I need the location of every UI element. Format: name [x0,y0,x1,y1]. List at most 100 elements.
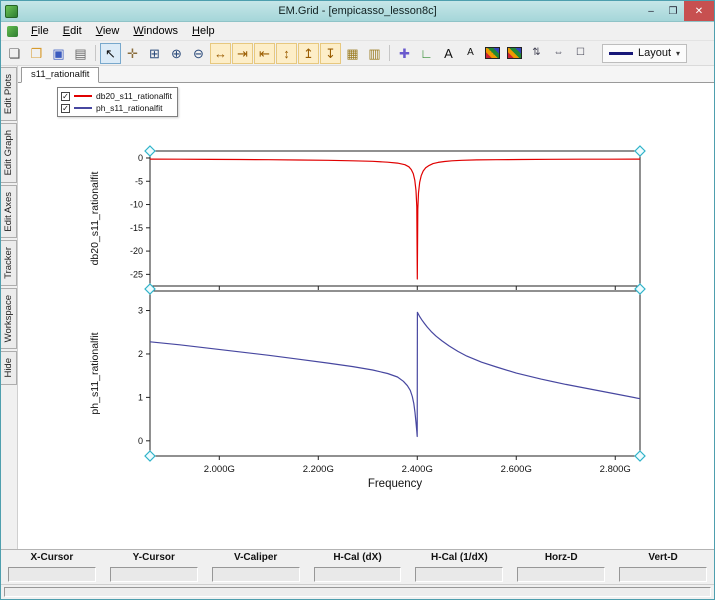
legend-checkbox[interactable]: ✓ [61,91,70,101]
chart-canvas[interactable]: 0 -5 -10 -15 -20 -25 db20_s11_rationalfit 0 1 2 3 2… [18,83,714,550]
plot-frame[interactable] [149,150,641,287]
side-tab-label: Edit Axes [3,191,14,232]
add-marker-icon[interactable]: ✚ [394,43,415,64]
image-icon [485,47,500,59]
window-title: EM.Grid - [empicasso_lesson8c] [278,5,437,17]
legend-item: ✓ db20_s11_rationalfit [61,90,172,102]
maximize-button[interactable]: ❐ [662,1,684,21]
y-tick-label: -25 [130,269,143,279]
plot-canvas[interactable]: 0 -5 -10 -15 -20 -25 db20_s11_rationalfit 0 1 2 3 2… [18,83,714,549]
side-tab-label: Edit Graph [3,130,14,176]
expand-y-icon[interactable]: ↥ [298,42,319,64]
cursor-value-cell [619,567,707,582]
y-tick-label: -5 [135,176,143,186]
x-tick-label: 2.600G [501,464,532,475]
cursor-column-header: V-Caliper [233,552,278,563]
app-icon [5,4,18,18]
open-folder-icon[interactable]: ❒ [26,43,47,64]
side-tab-label: Edit Plots [3,74,14,115]
document-icon [7,25,18,37]
menu-bar-items: File Edit View Windows Help [24,23,222,39]
snap-grid-icon[interactable]: ▥ [364,43,385,64]
legend: ✓ db20_s11_rationalfit ✓ ph_s11_rationalfit [57,87,178,117]
toolbar-separator [95,45,96,61]
y-tick-label: 0 [138,436,143,446]
layout-dropdown[interactable]: Layout ▾ [602,43,688,63]
select-arrow-icon[interactable]: ↖ [100,42,121,64]
menu-item-view[interactable]: View [89,23,127,39]
x-tick-label: 2.000G [204,464,235,475]
cursor-table-value-row [1,565,714,584]
side-tab-hide[interactable]: Hide [1,351,17,385]
zoom-window-icon[interactable]: ⊞ [144,43,165,64]
plot-tab-bar: s11_rationalfit [18,66,714,83]
expand-x-icon[interactable]: ⇥ [232,42,253,64]
y-tick-label: 0 [138,153,143,163]
add-axes-icon[interactable]: ∟ [416,43,437,64]
legend-checkbox[interactable]: ✓ [61,103,70,113]
minimize-button[interactable]: – [640,1,662,21]
side-tab-edit-axes[interactable]: Edit Axes [1,184,17,239]
pan-icon[interactable]: ✛ [122,43,143,64]
close-button[interactable]: ✕ [684,1,714,21]
menu-item-file[interactable]: File [24,23,56,39]
x-tick-label: 2.800G [600,464,631,475]
add-text-icon[interactable]: A [438,43,459,64]
legend-label: db20_s11_rationalfit [96,91,172,101]
copy-image-icon[interactable] [504,43,525,64]
chevron-down-icon: ▾ [676,48,681,58]
y-tick-label: 3 [138,306,143,316]
frame-box-icon[interactable]: ☐ [570,43,591,64]
plot-tab-s11-rationalfit[interactable]: s11_rationalfit [21,67,100,83]
x-axis-label: Frequency [368,478,423,490]
x-tick-label: 2.400G [402,464,433,475]
cursor-value-cell [211,567,300,582]
status-bar [1,584,714,599]
content-area: Edit Plots Edit Graph Edit Axes Tracker Work… [1,66,714,549]
save-icon[interactable]: ▣ [48,43,69,64]
cursor-column-header: H-Cal (1/dX) [431,552,488,563]
title-bar[interactable]: EM.Grid - [empicasso_lesson8c] – ❐ ✕ [1,1,714,22]
shrink-x-icon[interactable]: ⇤ [254,42,275,64]
legend-line-sample [74,107,92,109]
side-tab-workspace[interactable]: Workspace [1,288,17,350]
graph-panel: s11_rationalfit 0 -5 -10 -15 -20 -25 db20_s11_… [17,66,714,549]
grid-icon[interactable]: ▦ [342,43,363,64]
shrink-y-icon[interactable]: ↧ [320,42,341,64]
plot-frame[interactable] [149,290,641,457]
side-tab-edit-graph[interactable]: Edit Graph [1,123,17,183]
new-file-icon[interactable]: ❏ [4,43,25,64]
menu-item-edit[interactable]: Edit [56,23,89,39]
image-icon[interactable] [482,43,503,64]
spin-box-icon[interactable]: ⇅ [526,43,547,64]
y-axis-label: db20_s11_rationalfit [89,172,101,266]
app-window: EM.Grid - [empicasso_lesson8c] – ❐ ✕ Fil… [0,0,715,600]
menu-item-help[interactable]: Help [185,23,222,39]
y-axis-label: ph_s11_rationalfit [89,332,101,414]
zoom-out-icon[interactable]: ⊖ [188,43,209,64]
y-tick-label: 2 [138,349,143,359]
zoom-in-icon[interactable]: ⊕ [166,43,187,64]
cursor-column-header: Vert-D [648,552,678,563]
side-tab-tracker[interactable]: Tracker [1,240,17,287]
caliper-icon[interactable]: ⇔ [548,43,569,64]
menu-item-windows[interactable]: Windows [126,23,185,39]
cursor-table-header-row: X-Cursor Y-Cursor V-Caliper H-Cal (dX) H-Cal… [1,550,714,565]
side-tab-strip: Edit Plots Edit Graph Edit Axes Tracker Work… [1,66,17,549]
cursor-column-header: Y-Cursor [132,552,175,563]
toolbar: ❏ ❒ ▣ ▤ ↖ ✛ ⊞ ⊕ ⊖ ↔ ⇥ ⇤ ↕ ↥ ↧ ▦ ▥ ✚ ∟ A A ⇅ ⇔ ☐ Layout ▾ [1,41,714,66]
toolbar-icons: ❏ ❒ ▣ ▤ ↖ ✛ ⊞ ⊕ ⊖ ↔ ⇥ ⇤ ↕ ↥ ↧ ▦ ▥ ✚ ∟ A A ⇅ ⇔ ☐ [4,42,591,64]
cursor-value-cell [8,567,96,582]
font-icon[interactable]: A [460,43,481,64]
fit-x-icon[interactable]: ↔ [210,42,231,64]
cursor-value-cell [109,567,198,582]
line-style-icon [609,51,633,55]
legend-line-sample [74,95,92,97]
print-icon[interactable]: ▤ [70,43,91,64]
cursor-value-cell [415,567,504,582]
fit-y-icon[interactable]: ↕ [276,42,297,64]
side-tab-edit-plots[interactable]: Edit Plots [1,67,17,122]
status-message-field [4,587,711,597]
cursor-value-cell [313,567,402,582]
legend-label: ph_s11_rationalfit [96,103,163,113]
